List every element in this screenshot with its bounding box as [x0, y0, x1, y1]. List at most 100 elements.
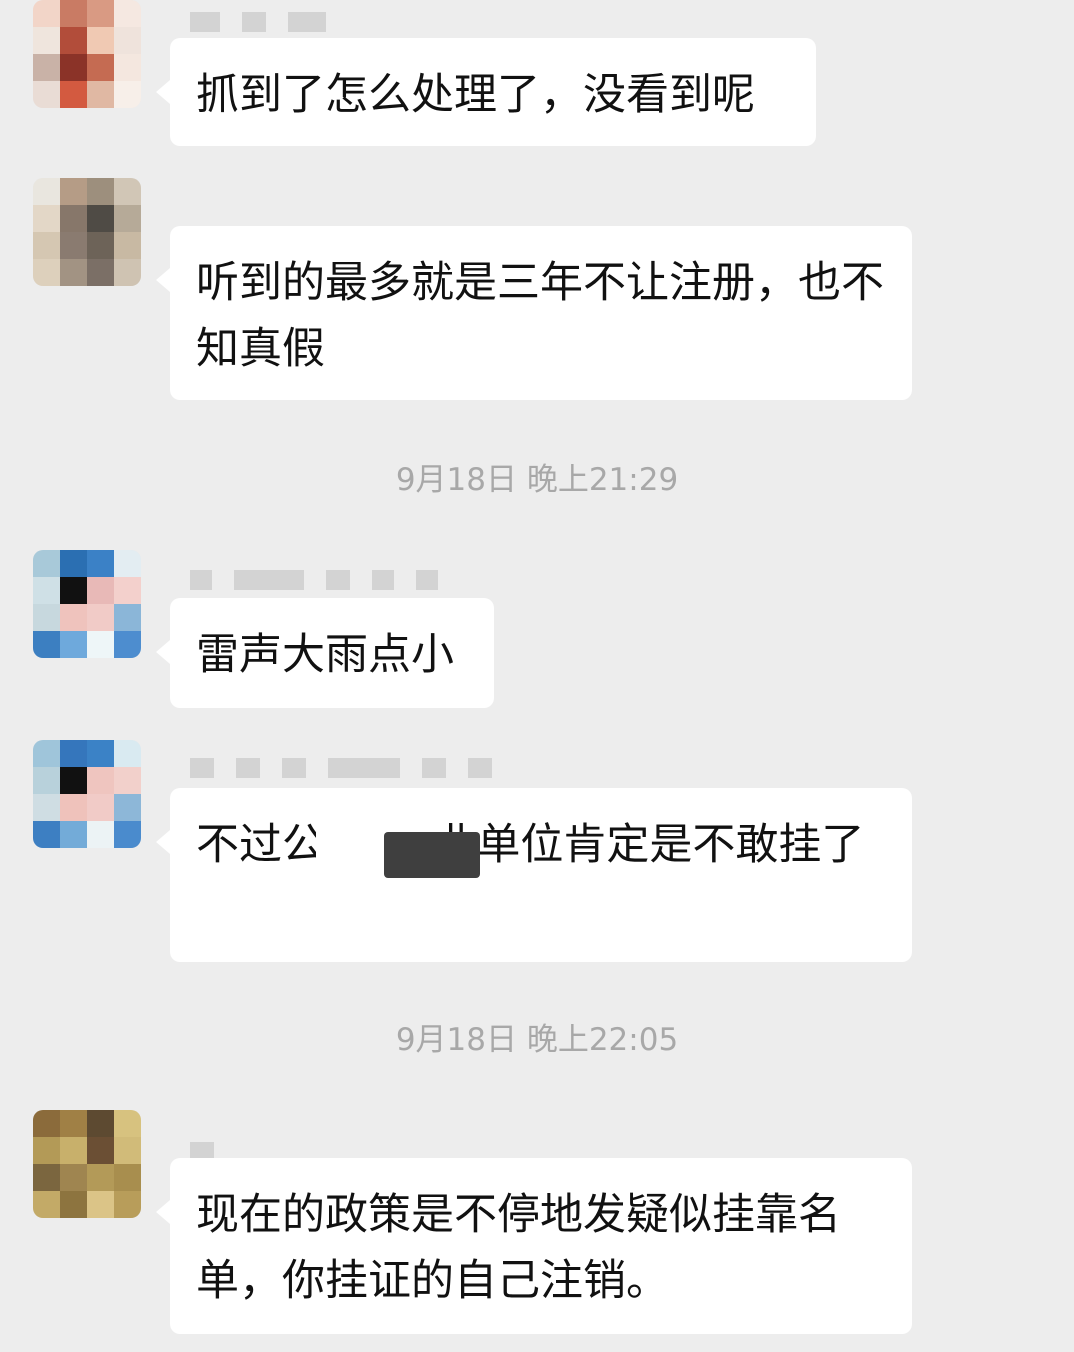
- avatar-pixel: [114, 1137, 141, 1164]
- message-bubble[interactable]: 现在的政策是不停地发疑似挂靠名单，你挂证的自己注销。: [156, 1158, 912, 1334]
- avatar-pixel: [114, 1191, 141, 1218]
- avatar-pixel: [87, 54, 114, 81]
- avatar-pixel: [60, 232, 87, 259]
- redacted-text-block: [384, 832, 480, 878]
- avatar-pixel: [33, 794, 60, 821]
- avatar-pixel: [33, 178, 60, 205]
- avatar-pixel: [87, 1191, 114, 1218]
- avatar-pixel: [60, 54, 87, 81]
- avatar-pixel: [87, 0, 114, 27]
- avatar-pixel: [33, 577, 60, 604]
- sender-name-blurred: [190, 754, 492, 782]
- chat-screen: 抓到了怎么处理了，没看到呢 听到的最多就是三年不让注册，也不知真假 9月18日 …: [0, 0, 1074, 1352]
- avatar[interactable]: [33, 178, 141, 286]
- avatar-pixel: [33, 27, 60, 54]
- avatar-pixel: [114, 0, 141, 27]
- avatar-pixel: [33, 740, 60, 767]
- avatar-pixel: [114, 259, 141, 286]
- avatar[interactable]: [33, 550, 141, 658]
- avatar-pixel: [60, 821, 87, 848]
- avatar-pixel: [114, 178, 141, 205]
- avatar-pixel: [114, 27, 141, 54]
- avatar-pixel: [60, 631, 87, 658]
- avatar-pixel: [60, 604, 87, 631]
- avatar-pixel: [87, 767, 114, 794]
- message-row: 听到的最多就是三年不让注册，也不知真假: [0, 178, 1074, 404]
- avatar-pixel: [87, 631, 114, 658]
- redacted-text-block: [316, 818, 392, 884]
- avatar-pixel: [60, 1191, 87, 1218]
- avatar-pixel: [87, 740, 114, 767]
- avatar[interactable]: [33, 740, 141, 848]
- avatar-pixel: [87, 81, 114, 108]
- avatar-pixel: [87, 794, 114, 821]
- avatar-pixel: [60, 27, 87, 54]
- avatar-pixel: [33, 1110, 60, 1137]
- avatar-pixel: [114, 1110, 141, 1137]
- avatar-pixel: [114, 550, 141, 577]
- avatar-pixel: [114, 740, 141, 767]
- avatar-pixel: [87, 1137, 114, 1164]
- sender-name-blurred: [190, 566, 438, 594]
- avatar-pixel: [60, 740, 87, 767]
- avatar-pixel: [33, 821, 60, 848]
- avatar-pixel: [87, 550, 114, 577]
- avatar-pixel: [33, 205, 60, 232]
- avatar-pixel: [60, 178, 87, 205]
- sender-name-blurred: [190, 8, 326, 36]
- message-bubble[interactable]: 抓到了怎么处理了，没看到呢: [156, 38, 816, 146]
- avatar-pixel: [60, 794, 87, 821]
- avatar-pixel: [87, 27, 114, 54]
- avatar-pixel: [114, 604, 141, 631]
- avatar-pixel: [114, 54, 141, 81]
- timestamp: 9月18日 晚上21:29: [395, 462, 679, 498]
- avatar-pixel: [87, 232, 114, 259]
- avatar-pixel: [60, 0, 87, 27]
- avatar-pixel: [33, 54, 60, 81]
- message-row: 抓到了怎么处理了，没看到呢: [0, 0, 1074, 150]
- avatar-pixel: [33, 81, 60, 108]
- avatar-pixel: [33, 1137, 60, 1164]
- message-bubble[interactable]: 听到的最多就是三年不让注册，也不知真假: [156, 226, 912, 400]
- message-bubble[interactable]: 不过公 业单位肯定是不敢挂了: [156, 788, 912, 962]
- avatar-pixel: [87, 1110, 114, 1137]
- avatar-pixel: [60, 1164, 87, 1191]
- avatar-pixel: [60, 1137, 87, 1164]
- avatar-pixel: [33, 767, 60, 794]
- avatar-pixel: [87, 604, 114, 631]
- avatar-pixel: [87, 821, 114, 848]
- avatar-pixel: [60, 767, 87, 794]
- avatar-pixel: [114, 577, 141, 604]
- avatar-pixel: [87, 205, 114, 232]
- avatar-pixel: [114, 232, 141, 259]
- avatar-pixel: [114, 794, 141, 821]
- avatar-pixel: [33, 550, 60, 577]
- avatar-pixel: [60, 205, 87, 232]
- avatar-pixel: [60, 577, 87, 604]
- avatar-pixel: [114, 767, 141, 794]
- message-row: 现在的政策是不停地发疑似挂靠名单，你挂证的自己注销。: [0, 1110, 1074, 1338]
- avatar[interactable]: [33, 1110, 141, 1218]
- avatar-pixel: [114, 631, 141, 658]
- avatar-pixel: [33, 604, 60, 631]
- avatar-pixel: [87, 178, 114, 205]
- avatar-pixel: [60, 259, 87, 286]
- avatar-pixel: [33, 1191, 60, 1218]
- message-bubble[interactable]: 雷声大雨点小: [156, 598, 494, 708]
- avatar-pixel: [60, 1110, 87, 1137]
- message-row: 不过公 业单位肯定是不敢挂了: [0, 740, 1074, 964]
- avatar-pixel: [33, 259, 60, 286]
- avatar-pixel: [60, 550, 87, 577]
- avatar-pixel: [114, 1164, 141, 1191]
- avatar-pixel: [114, 81, 141, 108]
- avatar-pixel: [114, 821, 141, 848]
- timestamp: 9月18日 晚上22:05: [395, 1022, 679, 1058]
- avatar[interactable]: [33, 0, 141, 108]
- avatar-pixel: [60, 81, 87, 108]
- avatar-pixel: [87, 1164, 114, 1191]
- avatar-pixel: [33, 232, 60, 259]
- message-row: 雷声大雨点小: [0, 550, 1074, 710]
- avatar-pixel: [114, 205, 141, 232]
- avatar-pixel: [33, 0, 60, 27]
- avatar-pixel: [87, 577, 114, 604]
